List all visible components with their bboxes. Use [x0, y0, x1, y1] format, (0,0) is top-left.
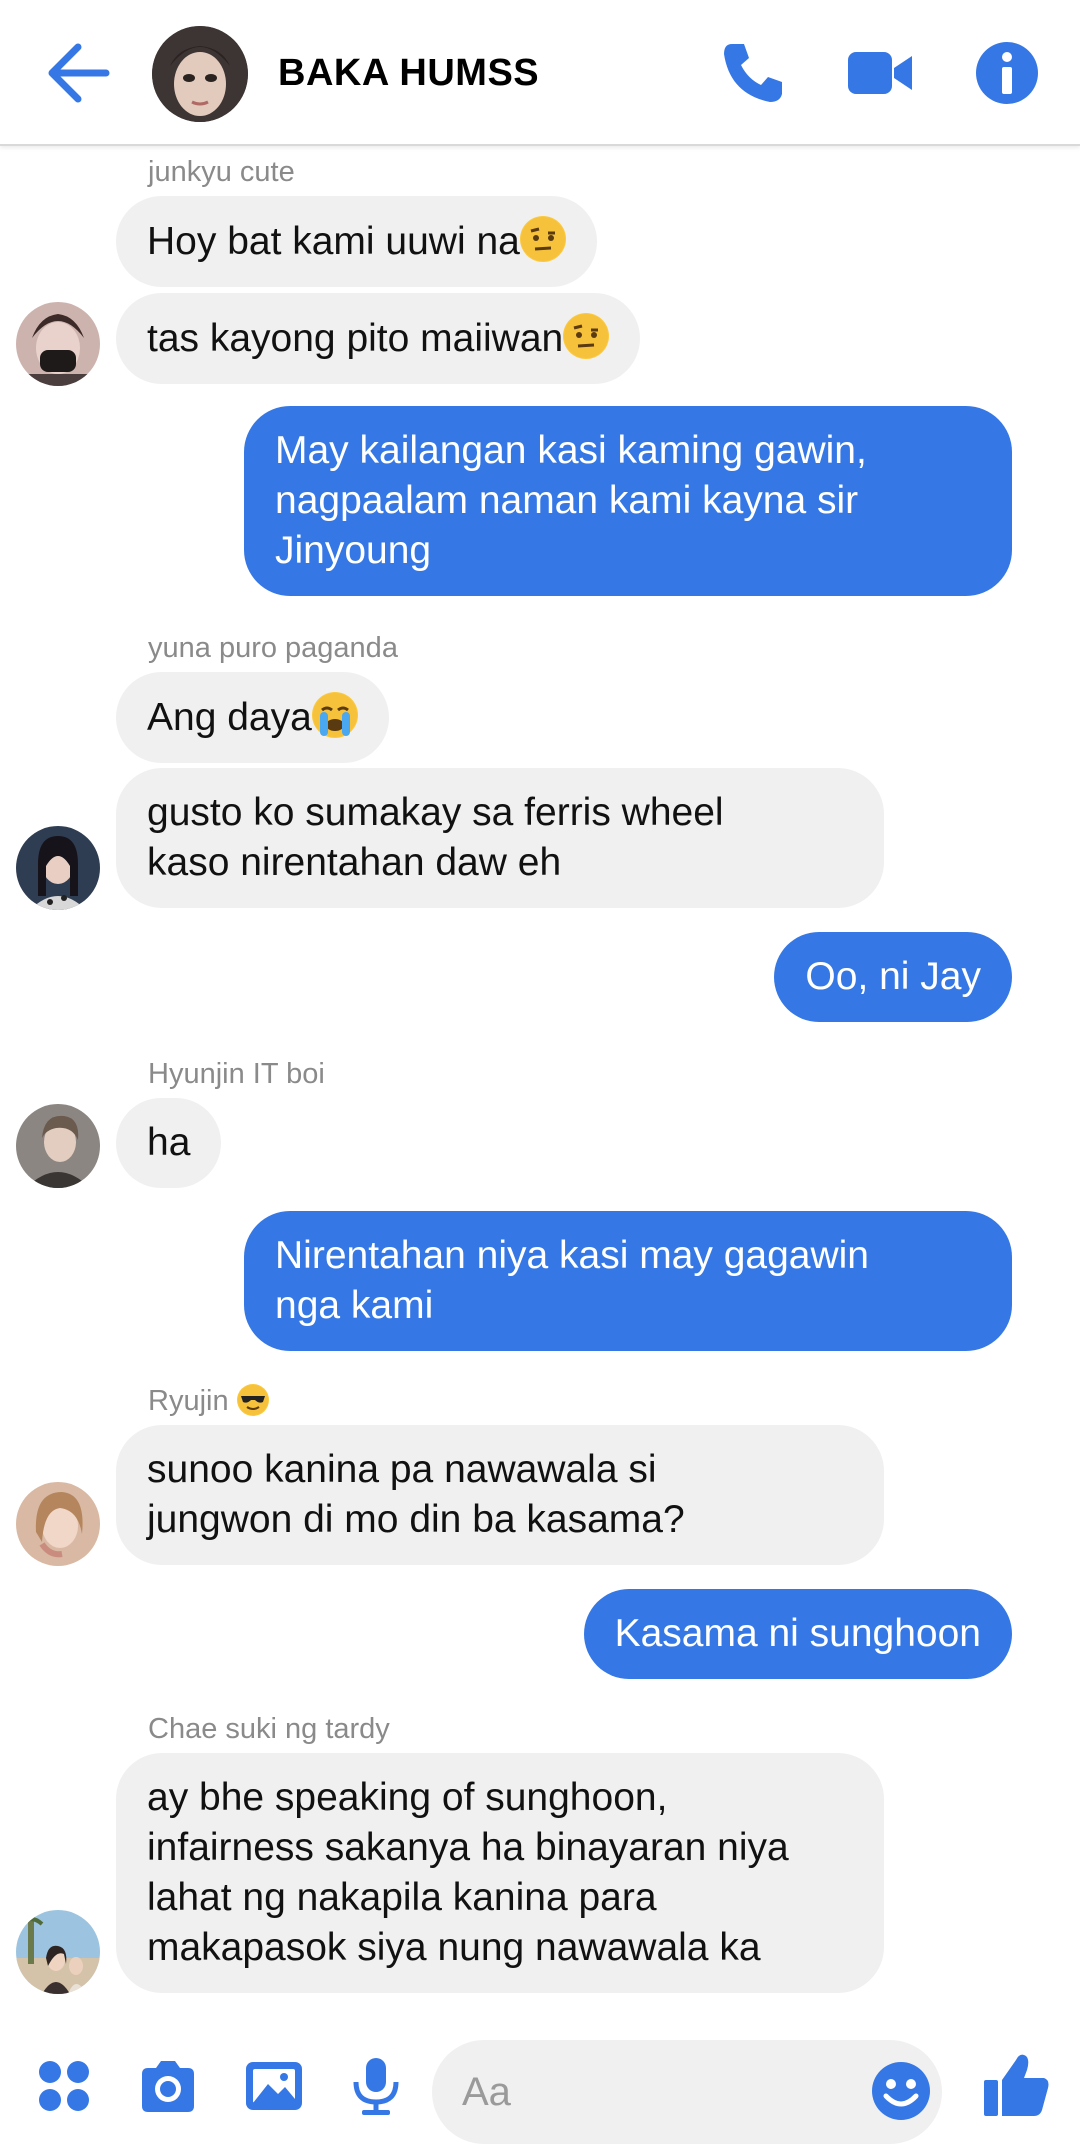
message-bubble-outgoing[interactable]: May kailangan kasi kaming gawin, nagpaal… — [244, 406, 1012, 596]
video-camera-icon[interactable] — [846, 38, 916, 108]
info-icon[interactable] — [972, 38, 1042, 108]
avatar[interactable] — [16, 826, 100, 910]
message-bubble-incoming[interactable]: ay bhe speaking of sunghoon, infairness … — [116, 1753, 884, 1993]
group-avatar[interactable] — [152, 26, 248, 122]
message-bubble-outgoing[interactable]: Kasama ni sunghoon — [583, 1589, 1012, 1679]
crying-emoji-icon — [311, 692, 358, 738]
camera-icon[interactable] — [136, 2054, 200, 2118]
thumbs-up-icon[interactable] — [982, 2050, 1052, 2120]
sender-name: junkyu cute — [148, 156, 295, 188]
avatar[interactable] — [16, 302, 100, 386]
avatar[interactable] — [16, 1910, 100, 1994]
message-bubble-incoming[interactable]: sunoo kanina pa nawawala si jungwon di m… — [116, 1425, 884, 1565]
message-input[interactable]: Aa — [432, 2040, 942, 2144]
message-bubble-outgoing[interactable]: Nirentahan niya kasi may gagawin nga kam… — [244, 1211, 1012, 1351]
avatar[interactable] — [16, 1104, 100, 1188]
message-text: tas kayong pito maiiwan — [147, 317, 564, 360]
emoji-icon[interactable] — [870, 2060, 932, 2122]
sender-name-row: Ryujin — [148, 1384, 269, 1418]
image-icon[interactable] — [242, 2054, 306, 2118]
back-arrow-icon[interactable] — [44, 40, 114, 106]
sender-name: Chae suki ng tardy — [148, 1713, 390, 1745]
message-input-placeholder: Aa — [462, 2070, 511, 2114]
message-bubble-incoming[interactable]: Hoy bat kami uuwi na — [116, 196, 597, 287]
conversation-header: BAKA HUMSS — [0, 0, 1080, 146]
message-composer: Aa — [0, 2010, 1080, 2156]
avatar[interactable] — [16, 1482, 100, 1566]
sender-name: Hyunjin IT boi — [148, 1058, 325, 1090]
message-text: Hoy bat kami uuwi na — [147, 220, 520, 263]
raised-eyebrow-emoji-icon — [519, 216, 566, 262]
message-bubble-incoming[interactable]: Ang daya — [116, 672, 389, 763]
sunglasses-emoji-icon — [236, 1384, 269, 1416]
message-bubble-incoming[interactable]: tas kayong pito maiiwan — [116, 293, 641, 384]
message-bubble-outgoing[interactable]: Oo, ni Jay — [774, 932, 1012, 1022]
sender-name: yuna puro paganda — [148, 632, 398, 664]
message-bubble-incoming[interactable]: ha — [116, 1098, 222, 1188]
microphone-icon[interactable] — [344, 2054, 408, 2118]
message-list[interactable]: junkyu cute Hoy bat kami uuwi na tas kay… — [0, 148, 1080, 2008]
phone-icon[interactable] — [718, 38, 788, 108]
conversation-title[interactable]: BAKA HUMSS — [278, 52, 539, 95]
raised-eyebrow-emoji-icon — [563, 313, 610, 359]
apps-grid-icon[interactable] — [32, 2054, 96, 2118]
sender-name: Ryujin — [148, 1385, 229, 1417]
message-bubble-incoming[interactable]: gusto ko sumakay sa ferris wheel kaso ni… — [116, 768, 884, 908]
message-text: Ang daya — [147, 696, 312, 739]
